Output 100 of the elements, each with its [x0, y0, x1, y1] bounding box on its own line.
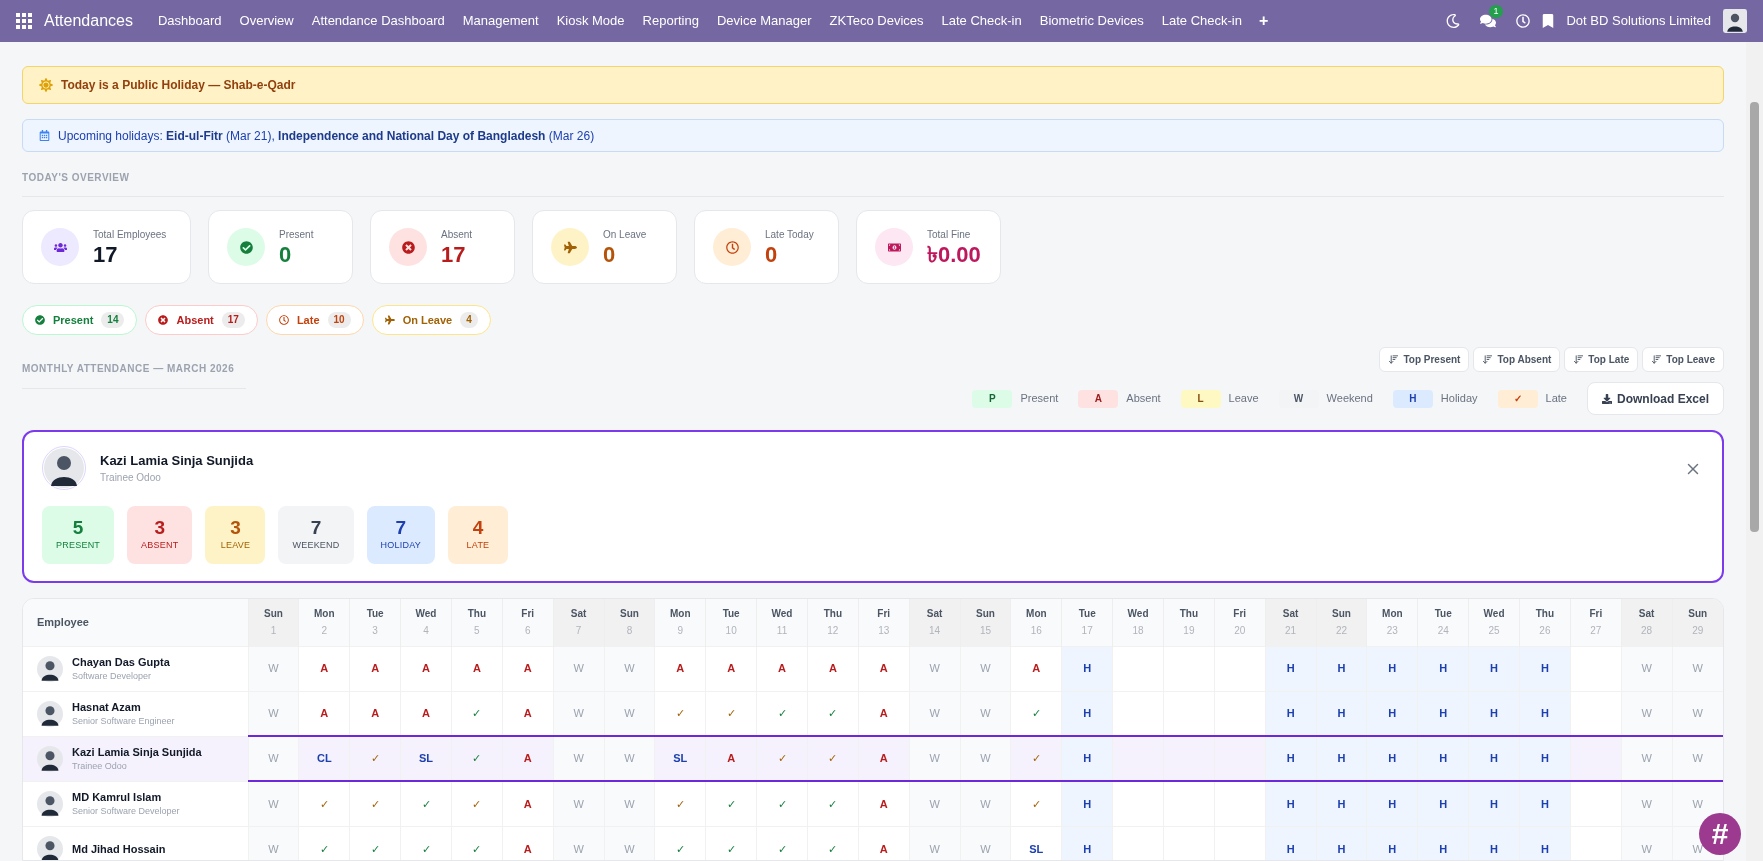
attendance-cell: ✓	[705, 781, 757, 826]
attendance-cell: H	[1417, 781, 1469, 826]
employee-cell[interactable]: Hasnat Azam Senior Software Engineer	[23, 691, 248, 736]
employee-name: Md Jihad Hossain	[72, 841, 166, 857]
attendance-cell: ✓	[807, 691, 859, 736]
attendance-cell: A	[705, 736, 757, 781]
employee-cell[interactable]: Md Jihad Hossain	[23, 826, 248, 860]
attendance-cell: H	[1265, 781, 1317, 826]
attendance-cell: H	[1468, 781, 1520, 826]
clock-icon[interactable]	[1516, 14, 1531, 28]
nav-menu-item[interactable]: Reporting	[633, 11, 708, 31]
attendance-cell: ✓	[807, 736, 859, 781]
nav-menu-item[interactable]: Late Check-in	[1152, 11, 1251, 31]
avatar	[44, 448, 84, 488]
attendance-cell: H	[1265, 736, 1317, 781]
attendance-cell: W	[1672, 691, 1723, 736]
nav-menu-item[interactable]: Management	[453, 11, 548, 31]
filter-chip[interactable]: Absent 17	[145, 305, 258, 335]
stat-label: Late Today	[765, 227, 814, 242]
employee-name: MD Kamrul Islam	[72, 789, 163, 805]
attendance-cell: W	[1621, 736, 1673, 781]
nav-menu-item[interactable]: Biometric Devices	[1030, 11, 1153, 31]
stat-label: ABSENT	[141, 539, 179, 553]
avatar	[37, 745, 63, 772]
attendance-cell: ✓	[400, 826, 452, 860]
app-name[interactable]: Attendances	[44, 9, 133, 33]
day-header: Tue 3	[349, 599, 401, 646]
filter-chip[interactable]: On Leave 4	[371, 305, 491, 335]
nav-menu-item[interactable]: Dashboard	[148, 11, 231, 31]
day-header: Sun 1	[248, 599, 299, 646]
stat-value: 4	[472, 517, 484, 540]
day-header: Fri 6	[502, 599, 554, 646]
stat-value: 7	[310, 517, 322, 540]
attendance-cell: W	[553, 826, 604, 860]
apps-menu-icon[interactable]	[16, 13, 32, 29]
sort-icon	[1482, 354, 1494, 365]
stat-label: HOLIDAY	[380, 539, 421, 553]
company-name[interactable]: Dot BD Solutions Limited	[1566, 11, 1711, 31]
clock-icon	[278, 315, 289, 325]
attendance-cell: H	[1316, 736, 1367, 781]
download-excel-button[interactable]: Download Excel	[1586, 382, 1724, 415]
scrollbar[interactable]	[1746, 42, 1763, 861]
attendance-cell: ✓	[349, 781, 401, 826]
day-header: Thu 5	[451, 599, 503, 646]
day-header: Wed 11	[756, 599, 808, 646]
legend-swatch: A	[1078, 389, 1119, 408]
attendance-cell: W	[1672, 646, 1723, 691]
attendance-cell: W	[604, 646, 655, 691]
attendance-cell: W	[1621, 781, 1673, 826]
attendance-cell: H	[1519, 826, 1571, 860]
attendance-cell: H	[1366, 826, 1418, 860]
nav-menu-item[interactable]: Kiosk Mode	[547, 11, 634, 31]
attendance-cell: H	[1468, 691, 1520, 736]
attendance-cell: ✓	[451, 781, 503, 826]
day-header: Thu 26	[1519, 599, 1571, 646]
employee-cell[interactable]: Kazi Lamia Sinja Sunjida Trainee Odoo	[23, 736, 248, 781]
chat-icon[interactable]	[1480, 13, 1497, 29]
attendance-cell: H	[1316, 691, 1367, 736]
attendance-cell: W	[1672, 736, 1723, 781]
legend-swatch: L	[1180, 389, 1221, 408]
filter-chip[interactable]: Present 14	[22, 305, 138, 335]
attendance-cell: ✓	[298, 781, 350, 826]
download-icon	[1601, 393, 1612, 404]
attendance-cell: H	[1417, 646, 1469, 691]
sort-button[interactable]: Top Present	[1379, 347, 1470, 372]
nav-menu-item[interactable]: Device Manager	[707, 11, 821, 31]
day-header: Thu 12	[807, 599, 859, 646]
attendance-cell: ✓	[654, 826, 706, 860]
upcoming-holidays-text: Upcoming holidays: Eid-ul-Fitr (Mar 21), Independence and National Day of Bangladesh (Mar 26)	[58, 127, 595, 145]
avatar	[37, 790, 63, 817]
sort-button[interactable]: Top Late	[1564, 347, 1639, 372]
attendance-cell: H	[1417, 691, 1469, 736]
filter-chip[interactable]: Late 10	[265, 305, 364, 335]
nav-menu-item[interactable]: Attendance Dashboard	[302, 11, 454, 31]
attendance-cell: ✓	[349, 826, 401, 860]
attendance-cell: H	[1316, 826, 1367, 860]
day-header: Wed 25	[1468, 599, 1520, 646]
count-badge: 4	[460, 312, 478, 328]
nav-menu-item[interactable]: Overview	[230, 11, 303, 31]
nav-menu-item[interactable]: Late Check-in	[932, 11, 1031, 31]
avatar	[37, 655, 63, 682]
attendance-cell: W	[960, 736, 1011, 781]
attendance-cell: A	[400, 646, 452, 691]
users-icon	[53, 240, 67, 254]
add-menu-button[interactable]: +	[1250, 9, 1277, 33]
employee-cell[interactable]: MD Kamrul Islam Senior Software Developer	[23, 781, 248, 826]
day-header: Sun 29	[1672, 599, 1723, 646]
bookmark-icon[interactable]	[1542, 14, 1555, 28]
employee-role: Software Developer	[72, 670, 153, 683]
nav-menu-item[interactable]: ZKTeco Devices	[820, 11, 933, 31]
attendance-cell: W	[248, 826, 299, 860]
sort-button[interactable]: Top Leave	[1642, 347, 1724, 372]
employee-cell[interactable]: Chayan Das Gupta Software Developer	[23, 646, 248, 691]
notification-badge: 1	[1489, 5, 1503, 18]
sort-button[interactable]: Top Absent	[1473, 347, 1561, 372]
attendance-cell: W	[1621, 826, 1673, 860]
attendance-cell: H	[1061, 781, 1113, 826]
dark-mode-icon[interactable]	[1446, 14, 1461, 28]
attendance-cell: CL	[298, 736, 350, 781]
attendance-cell: H	[1366, 781, 1418, 826]
